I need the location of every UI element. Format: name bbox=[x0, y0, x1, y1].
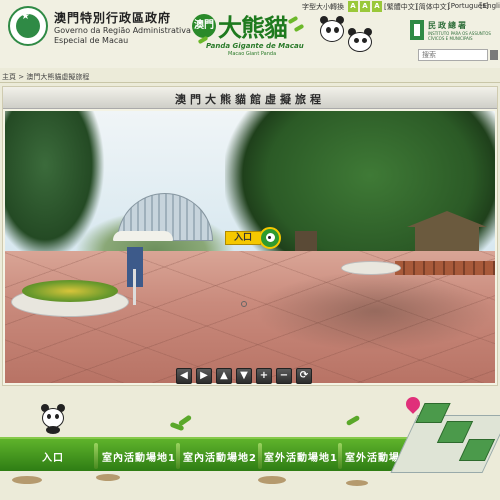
zoom-in-button[interactable]: + bbox=[256, 368, 272, 384]
stepping-stone bbox=[12, 476, 42, 484]
utility-bar: 字型大小轉換 A A A [繁體中文] [简体中文] [Português] [… bbox=[302, 1, 500, 13]
search-button[interactable] bbox=[490, 50, 498, 60]
stepping-stone bbox=[258, 476, 286, 484]
macao-giant-panda-logo[interactable]: 澳門 大熊貓 Panda Gigante de Macau Macao Gian… bbox=[190, 8, 320, 57]
virtual-tour-panel: 澳門大熊貓館虛擬旅程 入口 ◀ ▶ ▲ ▼ + − ⟳ bbox=[2, 86, 498, 386]
nav-indoor-area-1[interactable]: 室內活動場地1 bbox=[102, 449, 176, 464]
panda-logo-subtitle-pt: Panda Gigante de Macau bbox=[206, 42, 304, 50]
signpost bbox=[127, 247, 143, 305]
government-title-pt-line1: Governo da Região Administrativa bbox=[54, 26, 191, 35]
lang-simplified-chinese-link[interactable]: [简体中文] bbox=[416, 2, 449, 12]
panda-mascot-icon bbox=[40, 404, 66, 434]
panda-logo-subtitle-en: Macao Giant Panda bbox=[228, 51, 277, 57]
tilt-up-button[interactable]: ▲ bbox=[216, 368, 232, 384]
pan-right-button[interactable]: ▶ bbox=[196, 368, 212, 384]
site-header: ★ 澳門特別行政區政府 Governo da Região Administra… bbox=[0, 0, 500, 68]
pavilion-minimap[interactable] bbox=[390, 393, 500, 483]
bamboo-leaf-icon bbox=[287, 15, 299, 25]
zoom-out-button[interactable]: − bbox=[276, 368, 292, 384]
bamboo-separator bbox=[176, 443, 180, 469]
hotspot-label[interactable]: 入口 bbox=[225, 231, 261, 245]
lang-english-link[interactable]: [English] bbox=[480, 2, 500, 10]
stepping-stone bbox=[96, 474, 120, 481]
panda-logo-circle: 澳門 bbox=[192, 14, 216, 38]
macau-government-emblem-icon[interactable]: ★ bbox=[8, 6, 48, 46]
font-size-large-button[interactable]: A bbox=[372, 1, 382, 12]
flower-planter bbox=[11, 280, 129, 317]
divider bbox=[0, 82, 500, 83]
breadcrumb: 主頁 > 澳門大熊貓虛擬旅程 bbox=[2, 72, 89, 82]
lang-traditional-chinese-link[interactable]: [繁體中文] bbox=[384, 2, 417, 12]
font-size-small-button[interactable]: A bbox=[348, 1, 358, 12]
stepping-stone bbox=[346, 480, 368, 486]
breadcrumb-separator: > bbox=[18, 73, 25, 81]
breadcrumb-current: 澳門大熊貓虛擬旅程 bbox=[26, 73, 90, 81]
autorotate-button[interactable]: ⟳ bbox=[296, 368, 312, 384]
bamboo-separator bbox=[338, 443, 342, 469]
government-title-pt-line2: Especial de Macau bbox=[54, 36, 129, 45]
page-title: 澳門大熊貓館虛擬旅程 bbox=[175, 93, 325, 106]
bamboo-separator bbox=[258, 443, 262, 469]
bamboo-leaf-icon bbox=[293, 23, 305, 33]
panorama-viewer[interactable]: 入口 bbox=[5, 111, 495, 383]
panda-hotspot-icon[interactable] bbox=[259, 227, 281, 249]
panel-title-bar: 澳門大熊貓館虛擬旅程 bbox=[3, 87, 497, 109]
nav-indoor-area-2[interactable]: 室內活動場地2 bbox=[183, 449, 257, 464]
iacm-title-zh[interactable]: 民政總署 bbox=[428, 20, 468, 31]
government-title-zh[interactable]: 澳門特別行政區政府 bbox=[54, 9, 171, 26]
nav-outdoor-area-1[interactable]: 室外活動場地1 bbox=[264, 449, 338, 464]
font-size-medium-button[interactable]: A bbox=[360, 1, 370, 12]
bamboo-separator bbox=[94, 443, 98, 469]
iacm-logo-icon[interactable] bbox=[410, 20, 424, 40]
search-input[interactable] bbox=[418, 49, 488, 61]
panda-logo-title: 大熊貓 bbox=[218, 14, 288, 42]
scene-nav-bar: 入口 室內活動場地1 室內活動場地2 室外活動場地1 室外活動場地2 bbox=[0, 437, 430, 471]
view-center-marker bbox=[241, 301, 247, 307]
nav-entrance[interactable]: 入口 bbox=[42, 449, 64, 464]
font-size-label: 字型大小轉換 bbox=[302, 3, 344, 11]
flower-planter bbox=[341, 261, 401, 275]
tilt-down-button[interactable]: ▼ bbox=[236, 368, 252, 384]
panda-mascots-icon bbox=[318, 12, 374, 54]
pan-left-button[interactable]: ◀ bbox=[176, 368, 192, 384]
iacm-title-pt: INSTITUTO PARA OS ASSUNTOS CÍVICOS E MUN… bbox=[428, 31, 491, 41]
breadcrumb-home-link[interactable]: 主頁 bbox=[2, 73, 16, 81]
